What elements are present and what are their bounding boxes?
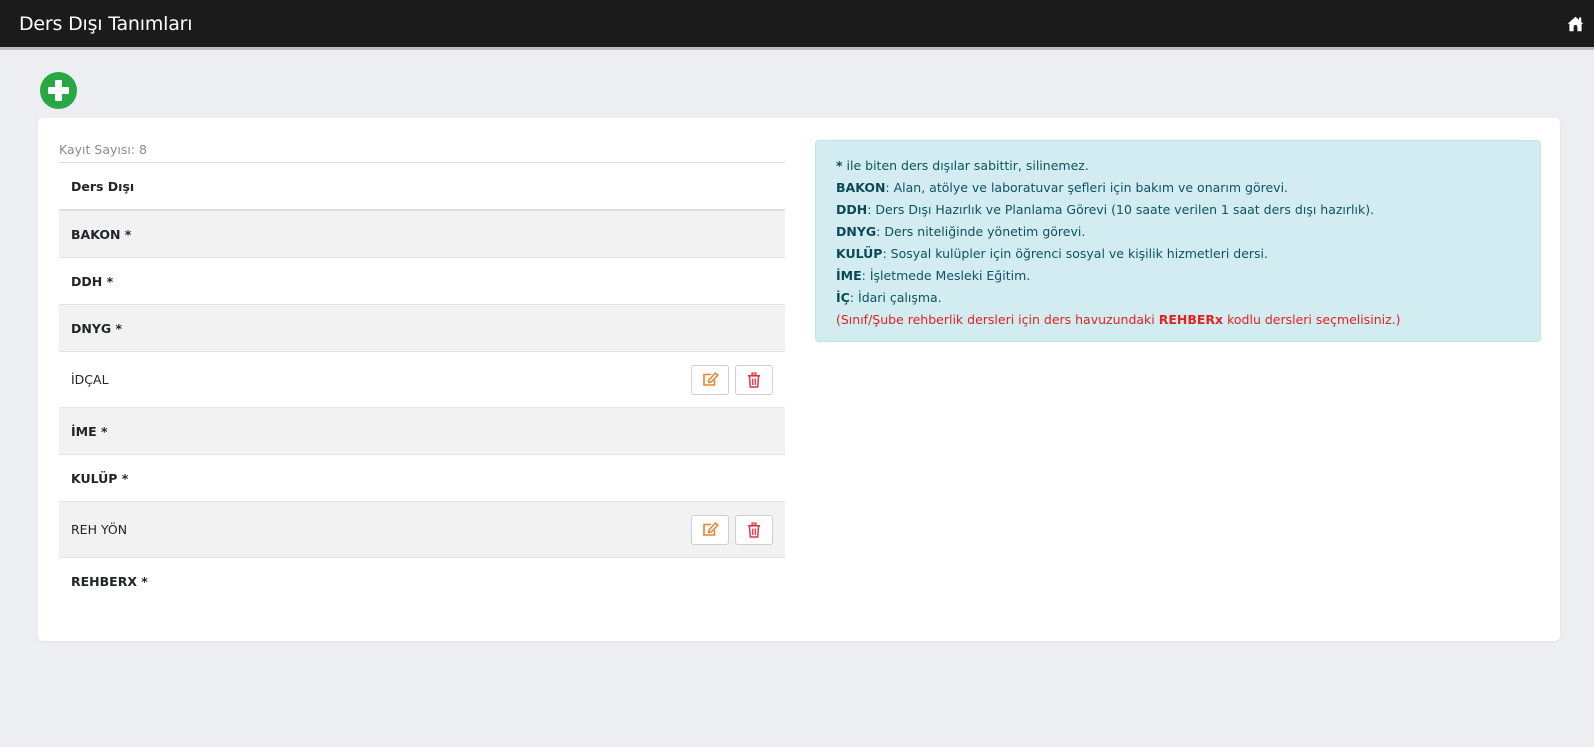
info-term: BAKON [836,180,886,195]
home-icon[interactable] [1567,16,1584,32]
warning-text: (Sınıf/Şube rehberlik dersleri için ders… [836,312,1159,327]
info-term: DNYG [836,224,877,239]
table-row: İDÇAL [59,352,785,408]
record-count: Kayıt Sayısı: 8 [59,142,147,157]
info-term: İÇ [836,290,850,305]
table-row: DDH * [59,258,785,305]
info-line: DDH: Ders Dışı Hazırlık ve Planlama Göre… [836,199,1520,221]
row-name: KULÜP * [71,470,129,486]
info-text: : İdari çalışma. [849,290,942,305]
info-line: KULÜP: Sosyal kulüpler için öğrenci sosy… [836,243,1520,265]
info-text: : Ders Dışı Hazırlık ve Planlama Görevi … [867,202,1375,217]
info-text: : Sosyal kulüpler için öğrenci sosyal ve… [882,246,1268,261]
info-text: ile biten ders dışılar sabittir, silinem… [842,158,1089,173]
trash-icon [748,371,760,388]
table-row: REH YÖN [59,502,785,558]
table-row: DNYG * [59,305,785,352]
info-term: DDH [836,202,868,217]
row-name: DDH * [71,273,114,289]
row-name: DNYG * [71,320,123,336]
plus-circle-icon [48,80,69,101]
row-name: İME * [71,423,108,439]
trash-icon [748,521,760,538]
delete-button[interactable] [735,364,773,395]
top-bar: Ders Dışı Tanımları [0,0,1594,50]
info-warning: (Sınıf/Şube rehberlik dersleri için ders… [836,309,1520,331]
page-title: Ders Dışı Tanımları [19,13,193,35]
info-line: İME: İşletmede Mesleki Eğitim. [836,265,1520,287]
info-term: İME [836,268,862,283]
row-name: REH YÖN [71,522,128,537]
edit-icon [702,372,719,386]
info-line: * ile biten ders dışılar sabittir, silin… [836,155,1520,177]
warning-term: REHBERx [1158,312,1224,327]
edit-button[interactable] [691,514,729,545]
info-text: : İşletmede Mesleki Eğitim. [861,268,1031,283]
info-text: : Ders niteliğinde yönetim görevi. [876,224,1086,239]
definitions-table: Ders Dışı BAKON * DDH * DNYG * İDÇAL İME… [59,162,785,605]
table-row: İME * [59,408,785,455]
info-line: İÇ: İdari çalışma. [836,287,1520,309]
table-row: REHBERX * [59,558,785,605]
info-line: BAKON: Alan, atölye ve laboratuvar şefle… [836,177,1520,199]
table-header: Ders Dışı [59,163,785,211]
warning-text: kodlu dersleri seçmelisiniz.) [1223,312,1401,327]
row-actions [691,364,773,395]
row-name: BAKON * [71,226,132,242]
table-row: BAKON * [59,211,785,258]
delete-button[interactable] [735,514,773,545]
add-button[interactable] [40,72,77,109]
info-term: KULÜP [836,246,883,261]
row-name: REHBERX * [71,574,148,589]
row-actions [691,514,773,545]
row-name: İDÇAL [71,372,109,387]
column-header-ders-disi: Ders Dışı [71,178,135,194]
table-row: KULÜP * [59,455,785,502]
info-alert: * ile biten ders dışılar sabittir, silin… [815,140,1541,342]
info-line: DNYG: Ders niteliğinde yönetim görevi. [836,221,1520,243]
edit-icon [702,522,719,536]
edit-button[interactable] [691,364,729,395]
info-text: : Alan, atölye ve laboratuvar şefleri iç… [885,180,1289,195]
